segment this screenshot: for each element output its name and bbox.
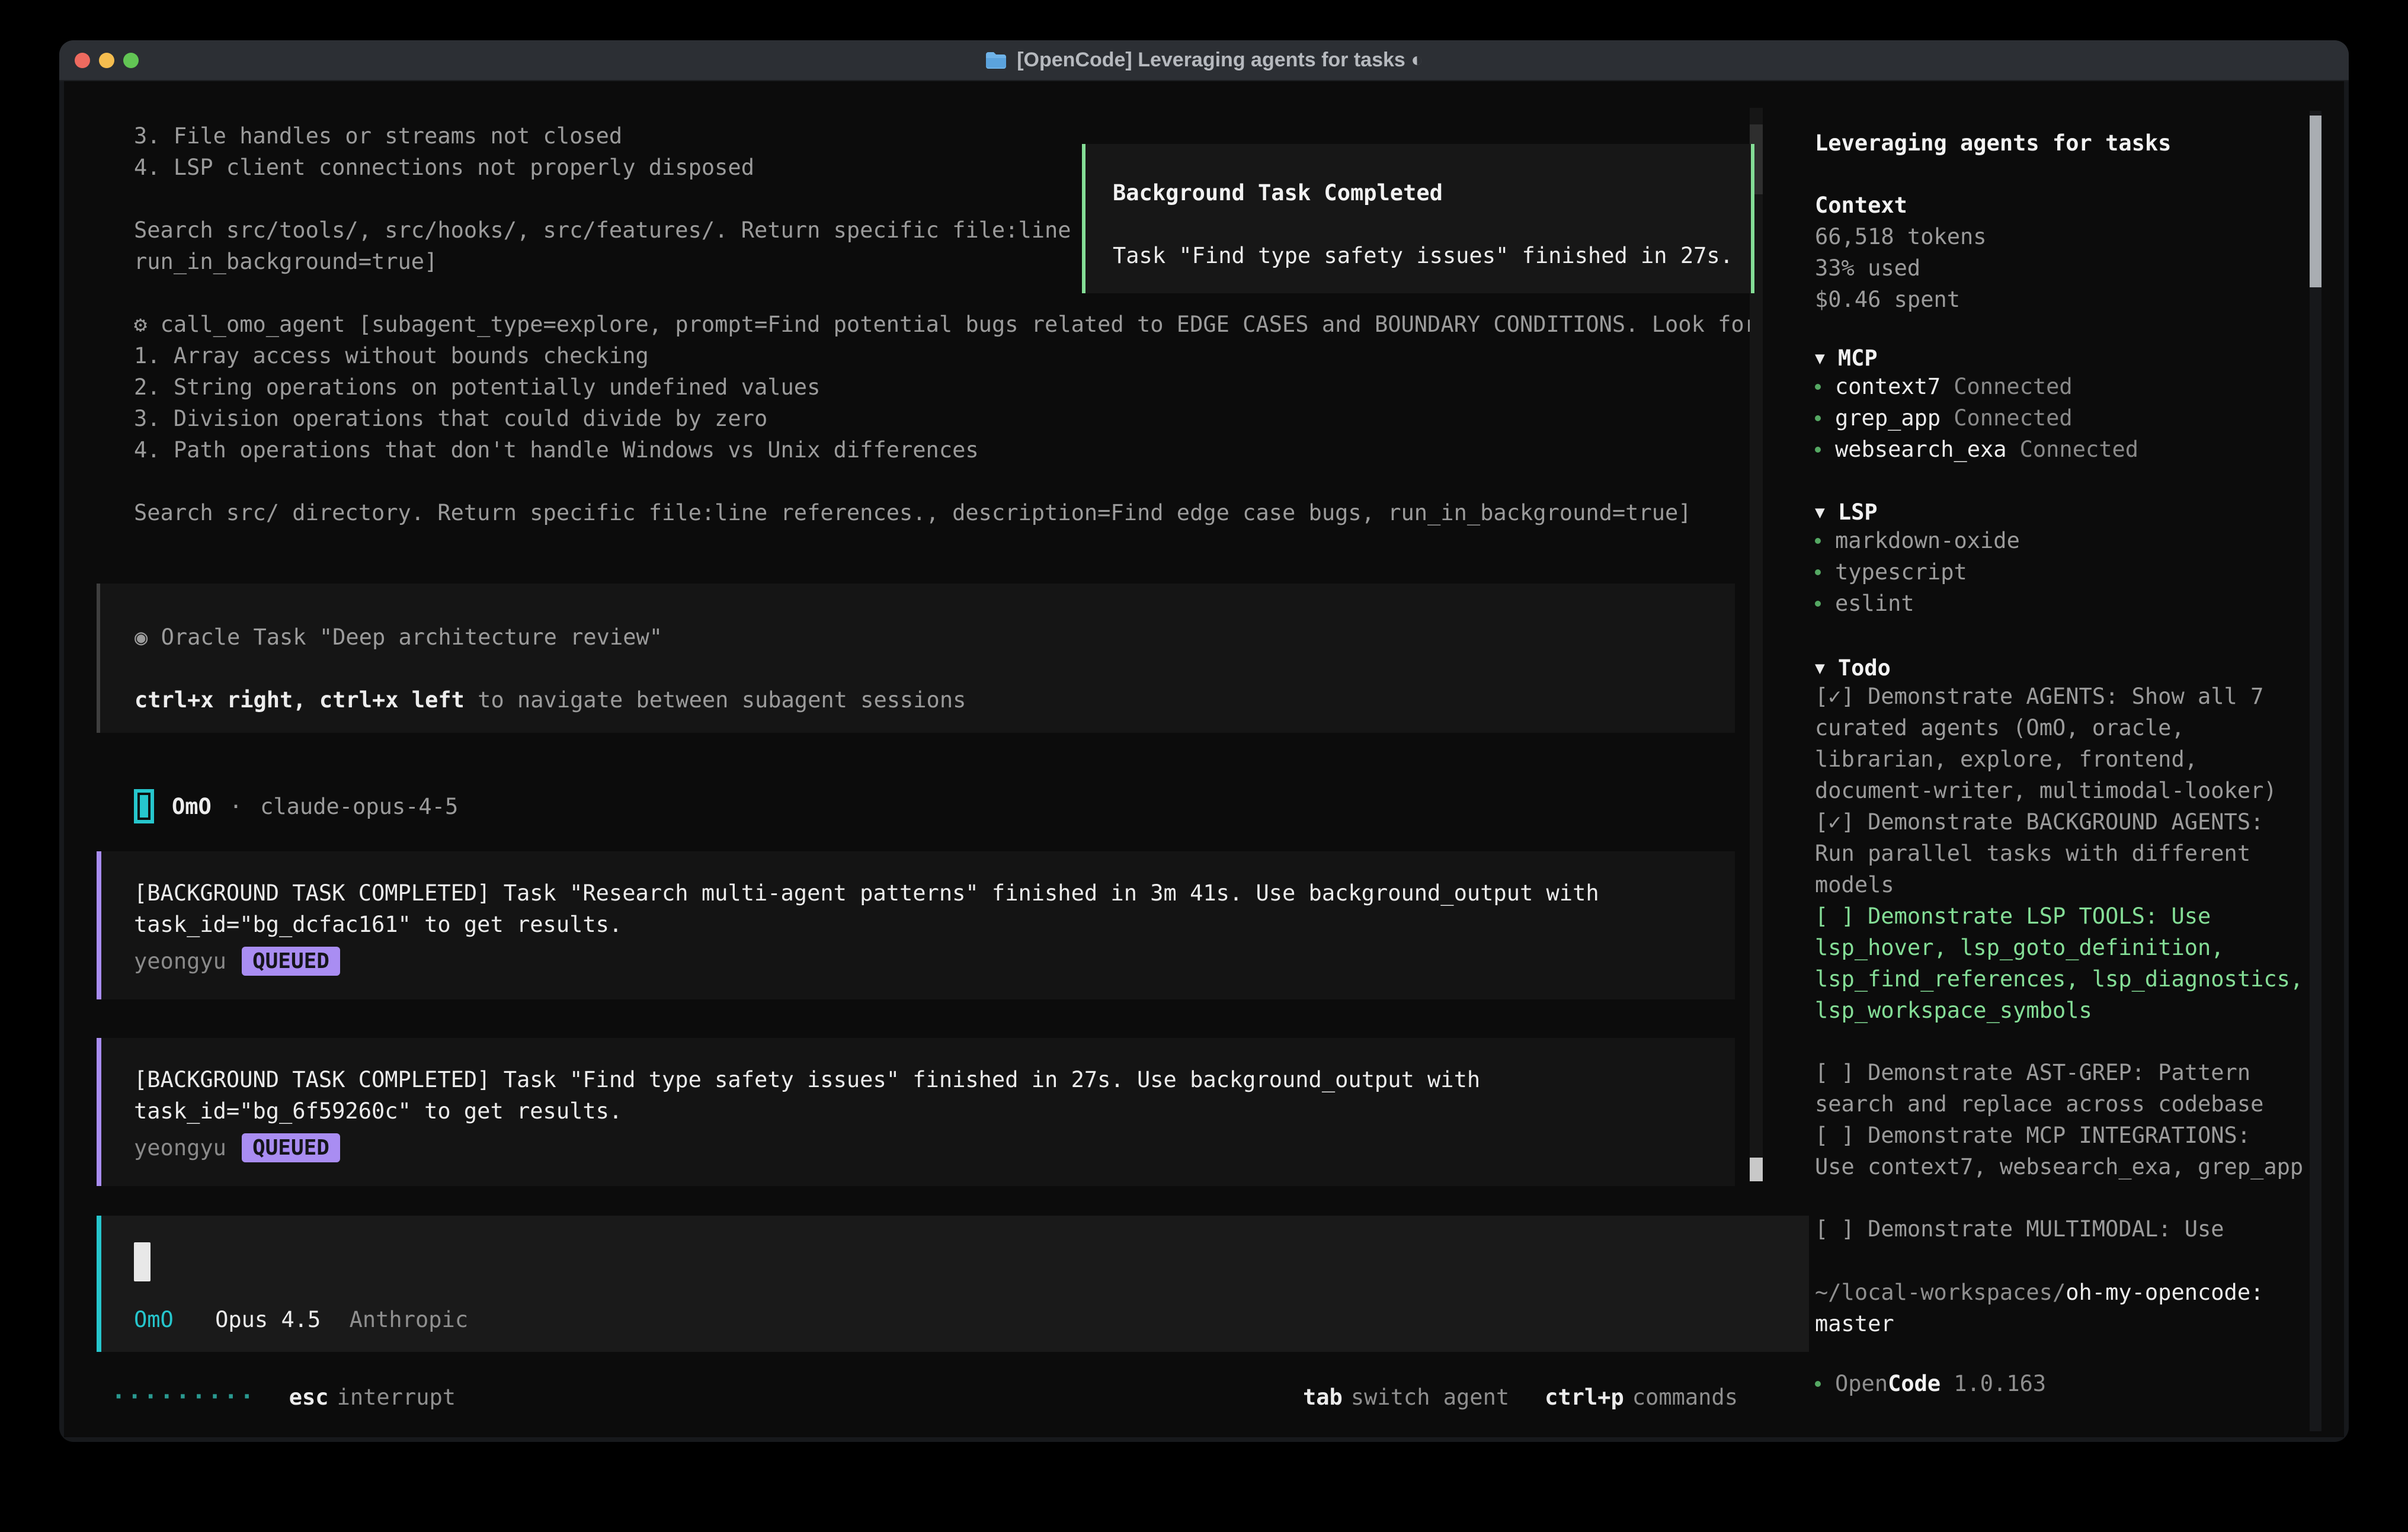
prompt-input[interactable]: OmO Opus 4.5 Anthropic: [97, 1216, 1809, 1352]
opencode-window: [OpenCode] Leveraging agents for tasks ◐…: [59, 40, 2349, 1442]
chevron-down-icon: ▼: [1815, 348, 1825, 368]
status-dot-icon: [1815, 415, 1821, 421]
lsp-item: typescript: [1815, 556, 2307, 588]
oracle-task-title: ◉ Oracle Task "Deep architecture review": [135, 621, 1711, 653]
input-model-name: Opus 4.5: [215, 1307, 321, 1332]
sidebar-scrollbar[interactable]: [2310, 111, 2321, 1431]
tool-call-text: call_omo_agent [subagent_type=explore, p…: [161, 312, 1757, 337]
bug-list-item: 4. Path operations that don't handle Win…: [134, 434, 1776, 466]
todo-item: [ ] Demonstrate LSP TOOLS: Use lsp_hover…: [1815, 900, 2307, 1026]
lsp-section-header[interactable]: ▼ LSP: [1815, 499, 2307, 525]
keyhint-switch-agent: tabswitch agent: [1303, 1382, 1509, 1413]
task-meta: yeongyu QUEUED: [134, 944, 1711, 978]
notification-body: Task "Find type safety issues" finished …: [1113, 240, 1751, 271]
sidebar: Leveraging agents for tasks Context 66,5…: [1815, 81, 2307, 1437]
separator-dot: ·: [229, 794, 242, 819]
prompt-line: Search src/ directory. Return specific f…: [134, 497, 1776, 528]
status-dot-icon: [1815, 1381, 1821, 1387]
gear-icon: ⚙: [134, 312, 147, 337]
model-selector[interactable]: OmO Opus 4.5 Anthropic: [134, 1304, 1809, 1335]
notification-title: Background Task Completed: [1113, 177, 1751, 209]
mcp-item: grep_appConnected: [1815, 402, 2307, 434]
task-user: yeongyu: [134, 1135, 226, 1161]
agent-header: OmO · claude-opus-4-5: [134, 788, 1776, 825]
context-tokens: 66,518 tokens: [1815, 221, 2307, 252]
oracle-task-box: ◉ Oracle Task "Deep architecture review"…: [97, 584, 1735, 733]
chevron-down-icon: ▼: [1815, 502, 1825, 522]
todo-item: [ ] Demonstrate MCP INTEGRATIONS: Use co…: [1815, 1120, 2307, 1182]
keyhint-interrupt: escinterrupt: [289, 1382, 456, 1413]
titlebar: [OpenCode] Leveraging agents for tasks ◐: [59, 40, 2349, 81]
status-badge: QUEUED: [242, 1133, 340, 1162]
context-spent: $0.46 spent: [1815, 284, 2307, 315]
context-heading: Context: [1815, 190, 2307, 221]
status-dot-icon: [1815, 384, 1821, 390]
mcp-section-header[interactable]: ▼ MCP: [1815, 345, 2307, 371]
mcp-item: websearch_exaConnected: [1815, 434, 2307, 465]
terminal-content: 3. File handles or streams not closed 4.…: [64, 81, 2344, 1437]
bug-list-item: 1. Array access without bounds checking: [134, 340, 1776, 371]
todo-section-header[interactable]: ▼ Todo: [1815, 655, 2307, 681]
background-task-message: [BACKGROUND TASK COMPLETED] Task "Find t…: [97, 1038, 1735, 1186]
status-badge: QUEUED: [242, 947, 340, 976]
lsp-item: eslint: [1815, 588, 2307, 619]
activity-dots: ·········: [111, 1382, 256, 1413]
text-cursor: [134, 1242, 150, 1281]
task-message-text: [BACKGROUND TASK COMPLETED] Task "Resear…: [134, 877, 1698, 940]
git-branch: master: [1815, 1311, 1894, 1337]
tool-call-line: ⚙ call_omo_agent [subagent_type=explore,…: [134, 309, 1776, 340]
notification-toast: Background Task Completed Task "Find typ…: [1082, 144, 1754, 293]
mcp-item: context7Connected: [1815, 371, 2307, 402]
record-icon: ◉: [135, 624, 148, 650]
todo-item: [ ] Demonstrate AST-GREP: Pattern search…: [1815, 1057, 2307, 1120]
status-dot-icon: [1815, 447, 1821, 453]
sidebar-scrollbar-thumb[interactable]: [2310, 116, 2321, 287]
context-used: 33% used: [1815, 252, 2307, 284]
input-agent-name: OmO: [134, 1307, 174, 1332]
todo-item: [ ] Demonstrate MULTIMODAL: Use: [1815, 1213, 2307, 1245]
input-provider-name: Anthropic: [350, 1307, 468, 1332]
lsp-item: markdown-oxide: [1815, 525, 2307, 556]
oracle-shortcut-hint: ctrl+x right, ctrl+x left to navigate be…: [135, 684, 1711, 716]
agent-cursor-icon: [134, 789, 154, 823]
status-dot-icon: [1815, 569, 1821, 575]
bug-list-item: 3. Division operations that could divide…: [134, 403, 1776, 434]
status-dot-icon: [1815, 601, 1821, 607]
task-meta: yeongyu QUEUED: [134, 1130, 1711, 1165]
workspace-path: ~/local-workspaces/oh-my-opencode:master: [1815, 1277, 2289, 1339]
session-title: Leveraging agents for tasks: [1815, 81, 2307, 159]
title-area: [OpenCode] Leveraging agents for tasks ◐: [59, 40, 2349, 80]
agent-model: claude-opus-4-5: [260, 794, 458, 819]
task-user: yeongyu: [134, 948, 226, 974]
agent-name: OmO: [172, 794, 212, 819]
window-title: [OpenCode] Leveraging agents for tasks ◐: [1017, 49, 1423, 72]
version-line: OpenCode1.0.163: [1815, 1371, 2307, 1396]
background-task-message: [BACKGROUND TASK COMPLETED] Task "Resear…: [97, 851, 1735, 999]
chevron-down-icon: ▼: [1815, 658, 1825, 678]
todo-item: [✓] Demonstrate BACKGROUND AGENTS: Run p…: [1815, 806, 2307, 900]
main-scrollbar-thumb[interactable]: [1750, 1158, 1763, 1181]
task-message-text: [BACKGROUND TASK COMPLETED] Task "Find t…: [134, 1064, 1698, 1127]
todo-item: [✓] Demonstrate AGENTS: Show all 7 curat…: [1815, 681, 2307, 806]
bug-list-item: 2. String operations on potentially unde…: [134, 371, 1776, 403]
status-bar: ········· escinterrupt tabswitch agent c…: [111, 1382, 1738, 1413]
status-dot-icon: [1815, 538, 1821, 544]
keyhint-commands: ctrl+pcommands: [1545, 1382, 1738, 1413]
folder-icon: [985, 51, 1007, 70]
